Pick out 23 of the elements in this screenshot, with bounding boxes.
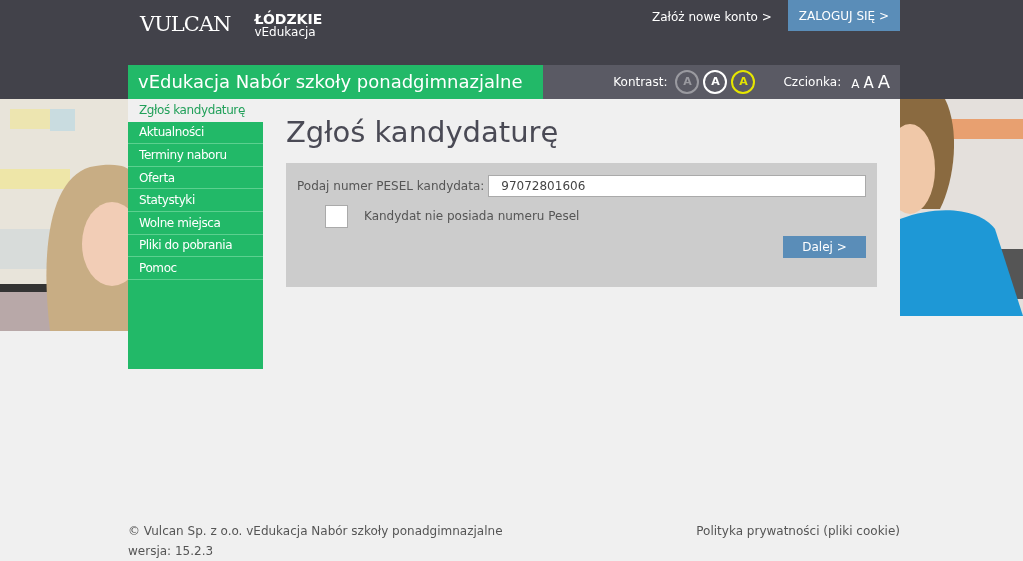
no-pesel-label: Kandydat nie posiada numeru Pesel bbox=[364, 208, 580, 226]
sidebar-item[interactable]: Zgłoś kandydaturę bbox=[128, 99, 263, 122]
font-size-button[interactable]: A bbox=[861, 76, 876, 91]
copyright-text: © Vulcan Sp. z o.o. vEdukacja Nabór szkoły ponadgimnazjalne wersja: 15.2.3 bbox=[128, 523, 504, 560]
page-heading: Zgłoś kandydaturę bbox=[286, 115, 560, 150]
contrast-button[interactable]: A bbox=[703, 70, 728, 94]
login-button[interactable]: ZALOGUJ SIĘ > bbox=[787, 0, 900, 31]
region-subtitle: vEdukacja bbox=[254, 26, 317, 38]
register-link[interactable]: Załóż nowe konto > bbox=[652, 8, 772, 26]
app-title: vEdukacja Nabór szkoły ponadgimnazjalne bbox=[128, 65, 543, 99]
pesel-label: Podaj numer PESEL kandydata: bbox=[297, 177, 485, 195]
font-size-button[interactable]: A bbox=[875, 73, 892, 91]
region-name: ŁÓDZKIE bbox=[254, 12, 323, 26]
contrast-label: Kontrast: bbox=[613, 74, 668, 91]
privacy-link[interactable]: Polityka prywatności (pliki cookie) bbox=[696, 521, 900, 561]
font-size-button[interactable]: A bbox=[849, 78, 862, 90]
next-button[interactable]: Dalej > bbox=[783, 235, 866, 258]
logo: VULCAN bbox=[140, 11, 231, 39]
contrast-button[interactable]: A bbox=[731, 70, 756, 94]
pesel-field[interactable]: 97072801606 bbox=[488, 174, 866, 197]
contrast-button[interactable]: A bbox=[675, 70, 700, 94]
no-pesel-checkbox[interactable] bbox=[325, 204, 348, 228]
font-size-label: Czcionka: bbox=[783, 74, 842, 91]
